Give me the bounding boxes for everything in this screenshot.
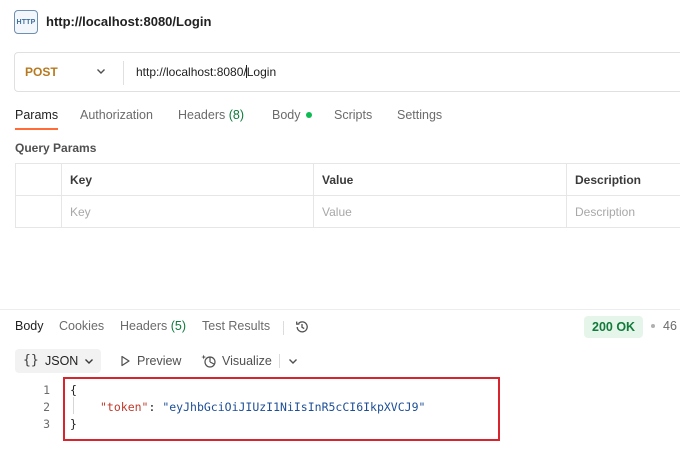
tab-scripts[interactable]: Scripts <box>334 108 372 122</box>
checkbox-column-header <box>15 163 62 196</box>
description-input[interactable]: Description <box>566 195 680 228</box>
key-input[interactable]: Key <box>61 195 314 228</box>
tab-separator <box>283 321 284 335</box>
tab-headers[interactable]: Headers (8) <box>178 108 244 122</box>
value-column-header: Value <box>313 163 567 196</box>
query-params-table: Key Value Description Key Value Descript… <box>15 163 680 228</box>
url-input[interactable]: http://localhost:8080/Login <box>136 65 276 79</box>
format-select[interactable]: {} JSON <box>15 349 101 373</box>
response-tab-body[interactable]: Body <box>15 319 44 333</box>
tab-params[interactable]: Params <box>15 108 59 130</box>
url-divider <box>123 61 124 85</box>
description-column-header: Description <box>566 163 680 196</box>
body-indicator-dot <box>305 112 312 118</box>
visualize-label: Visualize <box>222 354 272 368</box>
history-icon[interactable] <box>294 319 310 335</box>
key-column-header: Key <box>61 163 314 196</box>
response-time[interactable]: 46 <box>663 319 677 333</box>
tab-body-label: Body <box>272 108 301 122</box>
chevron-down-icon[interactable] <box>95 65 107 77</box>
tab-settings[interactable]: Settings <box>397 108 442 122</box>
tab-authorization[interactable]: Authorization <box>80 108 153 122</box>
response-divider[interactable] <box>0 309 680 310</box>
tab-headers-label: Headers <box>178 108 226 122</box>
value-input[interactable]: Value <box>313 195 567 228</box>
response-tab-headers[interactable]: Headers (5) <box>120 319 186 333</box>
table-header-row: Key Value Description <box>15 163 680 196</box>
url-text-before-caret: http://localhost:8080/ <box>136 65 247 79</box>
line-number: 2 <box>43 400 50 414</box>
format-separator <box>279 354 280 368</box>
line-number: 3 <box>43 417 50 431</box>
status-separator-dot <box>651 324 655 328</box>
response-tab-test-results[interactable]: Test Results <box>202 319 270 333</box>
method-select[interactable]: POST <box>25 65 58 79</box>
play-icon <box>121 355 130 367</box>
url-bar: POST http://localhost:8080/Login <box>14 52 680 92</box>
tab-body[interactable]: Body <box>272 108 312 122</box>
visualize-icon <box>201 354 216 368</box>
table-row: Key Value Description <box>15 195 680 228</box>
request-tab-header: HTTP http://localhost:8080/Login <box>0 0 680 44</box>
query-params-title: Query Params <box>15 141 97 155</box>
line-number: 1 <box>43 383 50 397</box>
request-title[interactable]: http://localhost:8080/Login <box>46 14 211 29</box>
status-badge[interactable]: 200 OK <box>584 316 644 338</box>
chevron-down-icon <box>85 359 93 364</box>
response-tab-headers-label: Headers <box>120 319 168 333</box>
format-label: JSON <box>45 354 79 368</box>
chevron-down-icon[interactable] <box>287 355 299 367</box>
response-tab-cookies[interactable]: Cookies <box>59 319 104 333</box>
row-checkbox-cell[interactable] <box>15 195 62 228</box>
json-braces-icon: {} <box>23 353 39 368</box>
preview-label: Preview <box>137 354 182 368</box>
http-icon: HTTP <box>14 10 38 34</box>
response-headers-count: (5) <box>170 319 187 333</box>
highlight-box <box>63 377 500 441</box>
headers-count: (8) <box>228 108 245 122</box>
url-text-after-caret: Login <box>246 65 277 79</box>
